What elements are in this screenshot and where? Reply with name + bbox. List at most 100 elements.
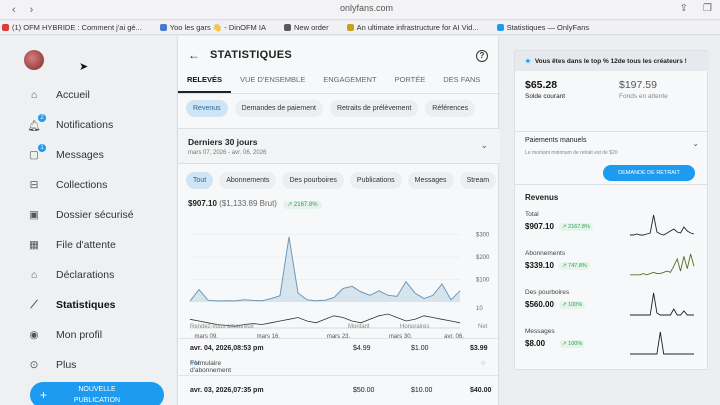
sidebar-item-file-d-attente[interactable]: ▦ File d'attente xyxy=(26,230,134,260)
tab-2[interactable]: ENGAGEMENT xyxy=(314,72,385,93)
tabs-icon[interactable]: ❐ xyxy=(703,3,712,14)
chevron-down-icon: ⌄ xyxy=(480,140,488,150)
help-icon[interactable]: ? xyxy=(476,50,488,62)
sidebar-item-d-clarations[interactable]: ⌂ Déclarations xyxy=(26,260,134,290)
sidebar-item-plus[interactable]: ⊙ Plus xyxy=(26,350,134,380)
table-header-cell: Montant xyxy=(348,324,370,330)
browser-toolbar: ‹ › onlyfans.com ⇪ ❐ xyxy=(0,0,720,20)
pending-balance-value: $197.59 xyxy=(619,79,657,91)
bell-icon: 🔔︎ 2 xyxy=(26,114,46,133)
revenue-row-value: $8.00 xyxy=(525,339,546,348)
revenue-row[interactable]: Des pourboires $560.00 ↗ 100% xyxy=(525,289,701,329)
forward-arrow-icon[interactable]: › xyxy=(30,4,34,16)
current-balance-label: Solde courant xyxy=(525,93,566,100)
revenue-row-value: $907.10 xyxy=(525,222,554,231)
manual-payments-subtitle: Le montant minimum de retrait est de $20 xyxy=(525,150,618,156)
bank-icon: ⌂ xyxy=(30,269,38,281)
total-gross: ($1,133.89 Brut) xyxy=(219,199,277,208)
revenue-card: Revenus Total $907.10 ↗ 2167.8% Abonnements… xyxy=(514,184,708,370)
top-creator-banner: ★ Vous êtes dans le top % 12de tous les … xyxy=(515,51,709,71)
tab-4[interactable]: DES FANS xyxy=(434,72,489,93)
sidebar-item-accueil[interactable]: ⌂ Accueil xyxy=(26,80,134,110)
revenue-row-label: Total xyxy=(525,211,539,218)
filter-5[interactable]: Stream xyxy=(459,172,497,189)
profile-icon: ◉ xyxy=(29,329,39,341)
series-line xyxy=(189,236,461,302)
sidebar-item-statistiques[interactable]: ⟋ Statistiques xyxy=(26,290,134,320)
back-arrow-icon[interactable]: ← xyxy=(188,48,200,62)
sidebar-item-label: Déclarations xyxy=(56,269,115,281)
manual-payments-title[interactable]: Paiements manuels xyxy=(525,137,586,144)
divider xyxy=(178,338,500,339)
sidebar-item-dossier-s-curis-[interactable]: ▣ Dossier sécurisé xyxy=(26,200,134,230)
revenue-row[interactable]: Abonnements $339.10 ↗ 747.8% xyxy=(525,250,701,290)
bookmark-item[interactable]: New order xyxy=(283,23,329,32)
bookmark-item[interactable]: Yoo les gars 👋 - DinOFM IA xyxy=(159,23,266,32)
tab-0[interactable]: RELEVÉS xyxy=(178,72,232,93)
new-post-button[interactable]: + NOUVELLE PUBLICATION xyxy=(30,382,164,405)
revenue-row-value: $560.00 xyxy=(525,300,554,309)
current-balance-value: $65.28 xyxy=(525,79,558,91)
filter-0[interactable]: Tout xyxy=(186,172,214,189)
address-bar[interactable]: onlyfans.com xyxy=(340,3,393,13)
withdraw-request-button[interactable]: DEMANDE DE RETRAIT xyxy=(603,165,695,181)
divider xyxy=(515,131,709,132)
revenue-row[interactable]: Messages $8.00 ↗ 100% xyxy=(525,328,701,368)
revenue-row[interactable]: Total $907.10 ↗ 2167.8% xyxy=(525,211,701,251)
sidebar-menu: ⌂ Accueil 🔔︎ 2 Notifications ▢ 1 Messages ⊟ Colle… xyxy=(26,80,134,380)
table-header-cell: Honoraires xyxy=(400,324,430,330)
table-header: Rendez-vous amoureux Montant Honoraires Net xyxy=(178,324,500,338)
row-amount: $50.00 xyxy=(353,387,375,394)
bookmark-label: New order xyxy=(293,23,329,32)
period-selector[interactable]: Derniers 30 jours mars 07, 2026 - avr. 0… xyxy=(178,128,500,164)
sparkline xyxy=(630,331,694,355)
y-tick-label: $300 xyxy=(476,233,490,239)
sidebar-item-notifications[interactable]: 🔔︎ 2 Notifications xyxy=(26,110,134,140)
info-icon[interactable]: ○ xyxy=(481,360,485,367)
share-icon[interactable]: ⇪ xyxy=(680,3,688,14)
sidebar-item-label: Mon profil xyxy=(56,329,103,341)
subtab-0[interactable]: Revenus xyxy=(186,100,228,117)
sidebar-item-label: Notifications xyxy=(56,119,114,131)
subtab-2[interactable]: Retraits de prélèvement xyxy=(329,100,419,117)
revenue-row-label: Des pourboires xyxy=(525,289,570,296)
filter-2[interactable]: Des pourboires xyxy=(282,172,344,189)
bookmark-label: An ultimate infrastructure for AI Vid... xyxy=(356,23,479,32)
balance-card: ★ Vous êtes dans le top % 12de tous les … xyxy=(514,50,709,190)
period-range: mars 07, 2026 - avr. 06, 2026 xyxy=(188,150,267,156)
favicon-icon xyxy=(159,24,167,31)
sidebar-item-collections[interactable]: ⊟ Collections xyxy=(26,170,134,200)
pending-balance-label: Fonds en attente xyxy=(619,93,668,100)
filter-1[interactable]: Abonnements xyxy=(219,172,277,189)
tab-3[interactable]: PORTÉE xyxy=(386,72,435,93)
chart-icon: ⟋ xyxy=(30,298,38,311)
tab-1[interactable]: VUE D'ENSEMBLE xyxy=(231,72,314,93)
notification-badge: 1 xyxy=(38,144,46,152)
filter-4[interactable]: Messages xyxy=(407,172,454,189)
revenue-row-percent: ↗ 100% xyxy=(559,301,586,309)
favicon-icon xyxy=(283,24,291,31)
avatar[interactable] xyxy=(24,50,44,70)
subtab-1[interactable]: Demandes de paiement xyxy=(234,100,323,117)
sparkline xyxy=(630,253,695,276)
bookmark-item[interactable]: (1) OFM HYBRIDE : Comment j'ai gé... xyxy=(2,23,142,32)
table-header-cell: Net xyxy=(478,324,488,330)
row-amount: $4.99 xyxy=(353,345,371,352)
bookmark-item[interactable]: Statistiques — OnlyFans xyxy=(496,23,589,32)
calendar-icon: ▦ xyxy=(29,239,39,251)
row-fee: $1.00 xyxy=(411,345,429,352)
back-arrow-icon[interactable]: ‹ xyxy=(12,4,16,16)
bookmark-label: Yoo les gars 👋 - DinOFM IA xyxy=(169,23,266,32)
subtab-3[interactable]: Références xyxy=(425,100,476,117)
sidebar-item-mon-profil[interactable]: ◉ Mon profil xyxy=(26,320,134,350)
bookmark-item[interactable]: An ultimate infrastructure for AI Vid... xyxy=(346,23,479,32)
sidebar-item-label: Plus xyxy=(56,359,77,371)
page-title: STATISTIQUES xyxy=(210,49,293,61)
chevron-down-icon[interactable]: ⌄ xyxy=(692,139,699,148)
right-column: ★ Vous êtes dans le top % 12de tous les … xyxy=(500,36,720,405)
notification-badge: 2 xyxy=(38,114,46,122)
sidebar-item-label: Dossier sécurisé xyxy=(56,209,134,221)
filter-3[interactable]: Publications xyxy=(349,172,402,189)
revenue-row-percent: ↗ 2167.8% xyxy=(559,223,593,231)
sidebar-item-messages[interactable]: ▢ 1 Messages xyxy=(26,140,134,170)
